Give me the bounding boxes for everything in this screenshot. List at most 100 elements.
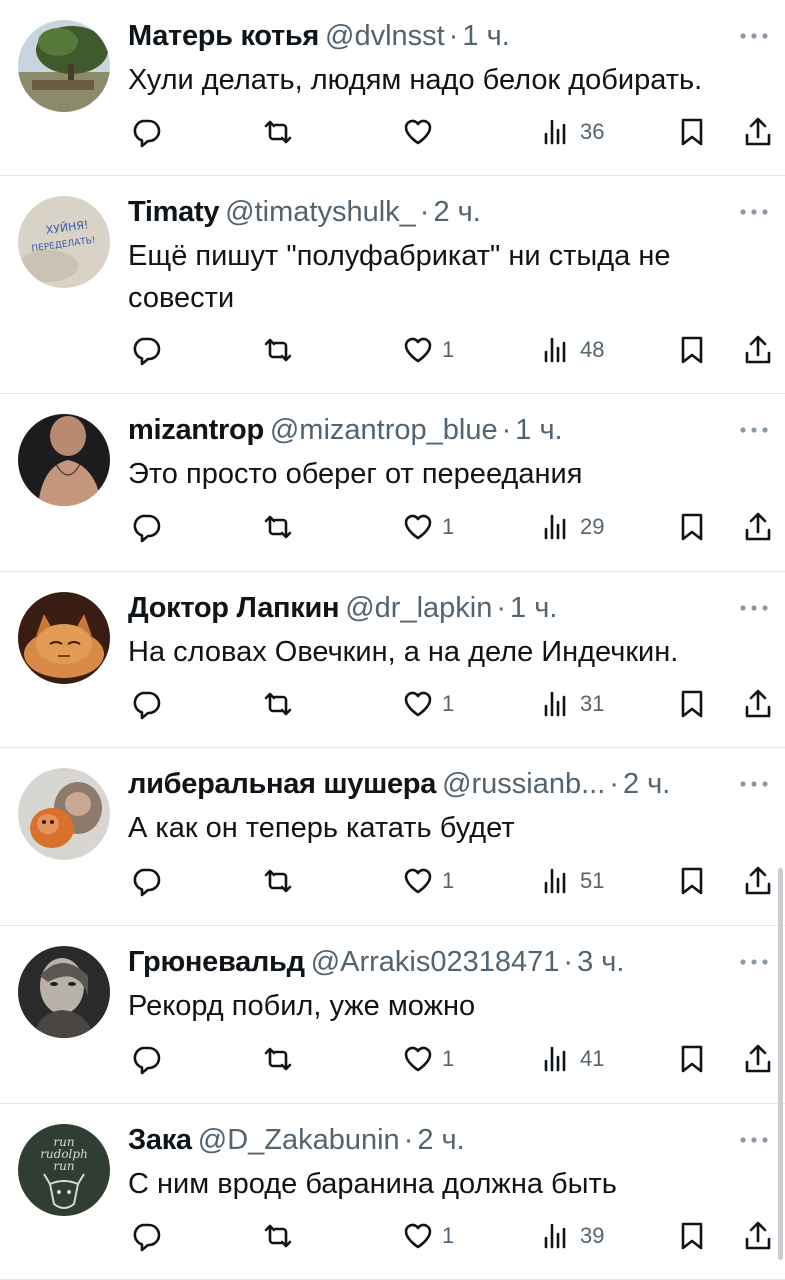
views-button[interactable]: 31: [540, 684, 604, 724]
timestamp[interactable]: 3 ч.: [577, 946, 624, 978]
share-icon: [745, 866, 771, 895]
views-button[interactable]: 48: [540, 330, 604, 370]
views-button[interactable]: 39: [540, 1216, 604, 1256]
timestamp[interactable]: 2 ч.: [417, 1124, 464, 1156]
like-button[interactable]: 1: [402, 1039, 454, 1079]
retweet-button[interactable]: [262, 507, 294, 547]
timestamp[interactable]: 2 ч.: [623, 768, 670, 800]
timestamp[interactable]: 1 ч.: [515, 414, 562, 446]
retweet-button[interactable]: [262, 112, 294, 152]
avatar[interactable]: ХУЙНЯ! ПЕРЕДЕЛАТЬ!: [18, 196, 110, 288]
more-icon[interactable]: [737, 26, 771, 46]
retweet-button[interactable]: [262, 684, 294, 724]
views-button[interactable]: 41: [540, 1039, 604, 1079]
share-button[interactable]: [742, 1216, 774, 1256]
avatar[interactable]: [18, 768, 110, 860]
avatar[interactable]: [18, 20, 110, 112]
timestamp[interactable]: 1 ч.: [510, 592, 557, 624]
avatar[interactable]: [18, 592, 110, 684]
more-icon[interactable]: [737, 598, 771, 618]
like-button[interactable]: 1: [402, 330, 454, 370]
views-button[interactable]: 36: [540, 112, 604, 152]
retweet-button[interactable]: [262, 1216, 294, 1256]
retweet-icon: [264, 120, 292, 144]
bookmark-button[interactable]: [676, 1216, 708, 1256]
timestamp[interactable]: 1 ч.: [462, 20, 509, 52]
scrollbar[interactable]: [778, 868, 783, 1260]
separator: ·: [419, 196, 430, 228]
heart-icon: [404, 119, 432, 145]
timestamp[interactable]: 2 ч.: [433, 196, 480, 228]
author-handle[interactable]: @timatyshulk_: [225, 196, 416, 228]
share-button[interactable]: [742, 507, 774, 547]
reply-button[interactable]: [130, 684, 162, 724]
reply-button[interactable]: [130, 1216, 162, 1256]
tweet[interactable]: либеральная шушера @russianb... · 2 ч. А ка…: [0, 748, 785, 926]
views-icon: [544, 514, 566, 540]
retweet-button[interactable]: [262, 330, 294, 370]
tweet[interactable]: mizantrop @mizantrop_blue · 1 ч. Это просто…: [0, 394, 785, 572]
like-button[interactable]: 1: [402, 1216, 454, 1256]
views-icon: [544, 1046, 566, 1072]
author-name[interactable]: либеральная шушера: [128, 768, 436, 800]
author-handle[interactable]: @Arrakis02318471: [311, 946, 560, 978]
bookmark-button[interactable]: [676, 1039, 708, 1079]
bookmark-button[interactable]: [676, 112, 708, 152]
reply-button[interactable]: [130, 861, 162, 901]
share-button[interactable]: [742, 1039, 774, 1079]
more-icon[interactable]: [737, 420, 771, 440]
bookmark-button[interactable]: [676, 684, 708, 724]
retweet-button[interactable]: [262, 1039, 294, 1079]
retweet-button[interactable]: [262, 861, 294, 901]
tweet[interactable]: Матерь котья @dvlnsst · 1 ч. Хули делать, л…: [0, 0, 785, 176]
tweet[interactable]: run rudolph run Зака @D_Zakabunin · 2 ч. С …: [0, 1104, 785, 1280]
reply-button[interactable]: [130, 507, 162, 547]
author-handle[interactable]: @D_Zakabunin: [198, 1124, 400, 1156]
like-button[interactable]: [402, 112, 442, 152]
separator: ·: [448, 20, 459, 52]
author-name[interactable]: Матерь котья: [128, 20, 319, 52]
reply-button[interactable]: [130, 112, 162, 152]
author-name[interactable]: mizantrop: [128, 414, 264, 446]
author-handle[interactable]: @mizantrop_blue: [270, 414, 498, 446]
heart-icon: [404, 337, 432, 363]
like-button[interactable]: 1: [402, 684, 454, 724]
more-icon[interactable]: [737, 202, 771, 222]
tweet[interactable]: ХУЙНЯ! ПЕРЕДЕЛАТЬ! Timaty @timatyshulk_ · 2…: [0, 176, 785, 394]
author-name[interactable]: Timaty: [128, 196, 219, 228]
more-icon[interactable]: [737, 952, 771, 972]
like-button[interactable]: 1: [402, 507, 454, 547]
share-button[interactable]: [742, 330, 774, 370]
bookmark-button[interactable]: [676, 330, 708, 370]
reply-button[interactable]: [130, 1039, 162, 1079]
author-name[interactable]: Зака: [128, 1124, 192, 1156]
avatar[interactable]: [18, 414, 110, 506]
views-button[interactable]: 51: [540, 861, 604, 901]
author-handle[interactable]: @russianb...: [442, 768, 605, 800]
views-button[interactable]: 29: [540, 507, 604, 547]
reply-button[interactable]: [130, 330, 162, 370]
reply-icon: [133, 868, 161, 897]
more-icon[interactable]: [737, 1130, 771, 1150]
share-button[interactable]: [742, 684, 774, 724]
like-count: 1: [442, 691, 455, 716]
retweet-icon: [264, 515, 292, 539]
more-icon[interactable]: [737, 774, 771, 794]
author-name[interactable]: Грюневальд: [128, 946, 305, 978]
views-icon: [544, 1223, 566, 1249]
avatar[interactable]: run rudolph run: [18, 1124, 110, 1216]
avatar[interactable]: [18, 946, 110, 1038]
tweet[interactable]: Доктор Лапкин @dr_lapkin · 1 ч. На словах О…: [0, 572, 785, 748]
author-handle[interactable]: @dr_lapkin: [345, 592, 492, 624]
author-handle[interactable]: @dvlnsst: [325, 20, 445, 52]
bookmark-button[interactable]: [676, 507, 708, 547]
bookmark-button[interactable]: [676, 861, 708, 901]
like-button[interactable]: 1: [402, 861, 454, 901]
separator: ·: [609, 768, 619, 800]
share-icon: [745, 335, 771, 364]
share-button[interactable]: [742, 112, 774, 152]
like-count: 1: [442, 514, 455, 539]
tweet[interactable]: Грюневальд @Arrakis02318471 · 3 ч. Рекорд п…: [0, 926, 785, 1104]
author-name[interactable]: Доктор Лапкин: [128, 592, 340, 624]
share-button[interactable]: [742, 861, 774, 901]
